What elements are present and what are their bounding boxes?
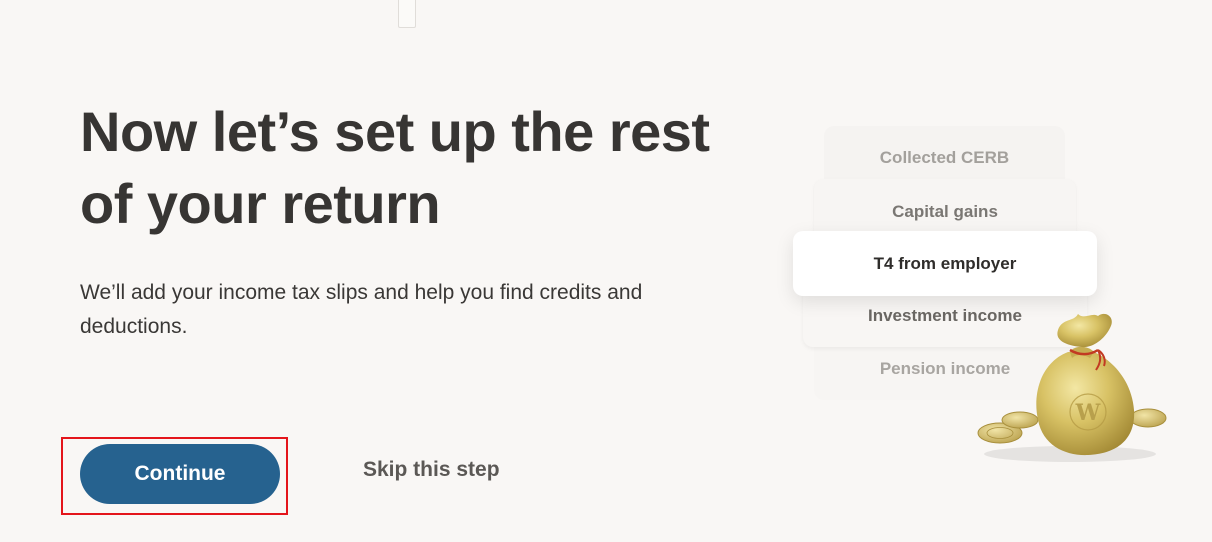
income-card-t4-from-employer: T4 from employer	[793, 231, 1097, 296]
money-bag-icon: W	[977, 313, 1167, 462]
page-title: Now let’s set up the rest of your return	[80, 100, 710, 235]
svg-text:W: W	[1075, 400, 1101, 426]
skip-step-link[interactable]: Skip this step	[363, 458, 500, 482]
page-description: We’ll add your income tax slips and help…	[80, 281, 643, 338]
phone-outline-icon	[398, 0, 416, 28]
continue-button[interactable]: Continue	[80, 444, 280, 504]
